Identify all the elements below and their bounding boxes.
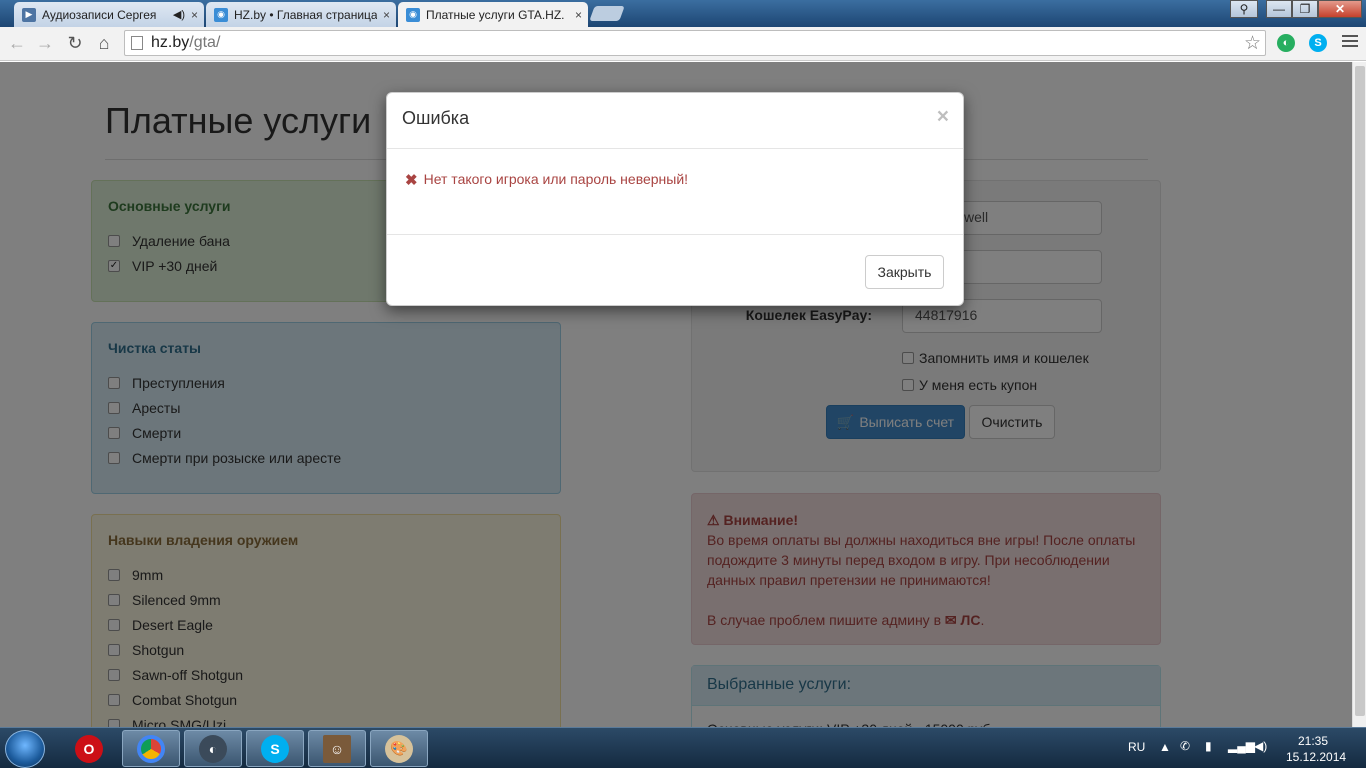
browser-toolbar: ← → ↻ ⌂ hz.by/gta/ ☆ ◐ S [0,27,1366,61]
taskbar-opera[interactable]: O [60,730,118,767]
forward-icon[interactable]: → [34,32,56,54]
steam-icon: ◐ [199,734,227,763]
new-tab-button[interactable] [589,6,625,21]
error-modal: Ошибка × ✖ Нет такого игрока или пароль … [386,92,964,306]
page-scrollbar[interactable] [1352,62,1366,727]
signal-icon[interactable]: ▂▄▆ [1228,739,1255,753]
opera-icon: O [75,734,103,763]
modal-title: Ошибка [387,93,963,149]
network-settings-icon[interactable]: ✆ [1180,739,1190,753]
taskbar-chrome[interactable] [122,730,180,767]
tab-label: Аудиозаписи Сергея [42,7,157,22]
tab-close-icon[interactable]: × [191,8,198,22]
paint-palette-icon: 🎨 [385,734,413,763]
clock-date[interactable]: 15.12.2014 [1286,750,1346,764]
language-indicator[interactable]: RU [1128,740,1145,754]
windows-taskbar: O ◐ S ☺ 🎨 RU ▲ ✆ ▮ ▂▄▆ ◀) 21:35 15.12.20… [0,727,1366,768]
chrome-icon [137,734,165,763]
battery-icon[interactable]: ▮ [1205,739,1212,753]
taskbar-steam[interactable]: ◐ [184,730,242,767]
minimize-button[interactable]: — [1266,0,1292,18]
tab-audio[interactable]: ▶ Аудиозаписи Сергея ◀) × [14,2,204,27]
tab-hz-home[interactable]: ◉ HZ.by • Главная страница × [206,2,396,27]
speaker-icon: ◀) [172,9,185,21]
taskbar-skype[interactable]: S [246,730,304,767]
play-icon: ▶ [22,7,36,22]
error-x-icon: ✖ [405,172,418,189]
start-button[interactable] [5,730,45,768]
url-path: /gta/ [189,34,221,51]
tab-close-icon[interactable]: × [575,8,582,22]
scrollbar-thumb[interactable] [1355,66,1365,716]
tab-close-icon[interactable]: × [383,8,390,22]
taskbar-paint[interactable]: 🎨 [370,730,428,767]
taskbar-gta[interactable]: ☺ [308,730,366,767]
back-icon[interactable]: ← [6,32,28,54]
modal-close-button[interactable]: Закрыть [865,255,944,289]
tab-label: Платные услуги GTA.HZ. [426,7,565,22]
bookmark-star-icon[interactable]: ☆ [1244,32,1261,55]
close-window-button[interactable]: ✕ [1318,0,1362,18]
window-controls: ⚲ — ❐ ✕ [1230,0,1362,18]
chrome-menu-icon[interactable] [1342,35,1358,50]
show-hidden-icons-icon[interactable]: ▲ [1159,740,1171,754]
extension-green-icon[interactable]: ◐ [1277,34,1295,52]
modal-footer: Закрыть [387,234,963,306]
maximize-button[interactable]: ❐ [1292,0,1318,18]
hz-favicon-icon: ◉ [406,7,420,22]
gta-icon: ☺ [323,734,351,763]
error-message: Нет такого игрока или пароль неверный! [423,171,689,187]
page-icon [131,36,143,50]
user-icon[interactable]: ⚲ [1230,0,1258,18]
hz-favicon-icon: ◉ [214,7,228,22]
skype-icon: S [261,734,289,763]
reload-icon[interactable]: ↻ [64,32,86,54]
modal-body: ✖ Нет такого игрока или пароль неверный! [387,149,963,234]
clock-time[interactable]: 21:35 [1298,734,1328,748]
browser-tab-strip: ▶ Аудиозаписи Сергея ◀) × ◉ HZ.by • Глав… [0,0,1366,27]
skype-extension-icon[interactable]: S [1309,34,1327,52]
modal-close-icon[interactable]: × [937,105,949,129]
tab-label: HZ.by • Главная страница [234,7,377,22]
address-bar[interactable]: hz.by/gta/ ☆ [124,30,1266,56]
url-host: hz.by [151,34,190,51]
home-icon[interactable]: ⌂ [93,32,115,54]
tab-paid-services[interactable]: ◉ Платные услуги GTA.HZ. × [398,2,588,27]
volume-icon[interactable]: ◀) [1254,739,1267,753]
